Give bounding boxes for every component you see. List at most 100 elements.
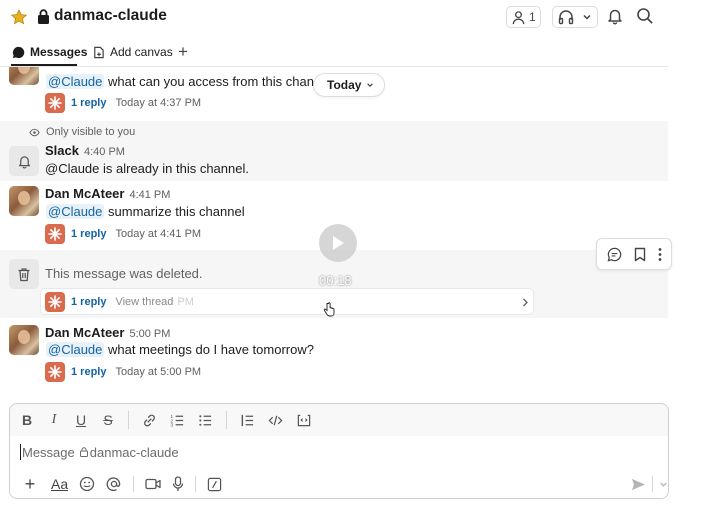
link-icon[interactable] xyxy=(142,413,157,428)
lock-icon xyxy=(79,447,88,457)
claude-avatar-icon xyxy=(45,292,65,312)
chevron-down-icon xyxy=(367,83,374,88)
lock-icon xyxy=(38,9,49,24)
date-divider-pill[interactable]: Today xyxy=(313,73,386,97)
message-body: summarize this channel xyxy=(108,204,245,219)
avatar[interactable] xyxy=(9,186,39,216)
channel-name[interactable]: danmac-claude xyxy=(54,7,167,25)
author-name[interactable]: Slack 4:40 PM xyxy=(45,143,125,158)
deleted-message-text: This message was deleted. xyxy=(45,266,203,281)
message-time[interactable]: 5:00 PM xyxy=(129,328,170,340)
reply-count[interactable]: 1 reply xyxy=(71,97,106,109)
underline-icon[interactable]: U xyxy=(74,412,88,428)
video-camera-icon[interactable] xyxy=(145,477,161,491)
channel-header: danmac-claude 1 xyxy=(0,0,668,36)
message-time[interactable]: 4:41 PM xyxy=(129,189,170,201)
thread-replies[interactable]: 1 reply Today at 5:00 PM xyxy=(45,362,201,382)
composer-channel-name: danmac-claude xyxy=(89,444,179,460)
trash-icon xyxy=(18,267,30,281)
bullet-list-icon[interactable] xyxy=(198,413,213,428)
message-text: @Claude what can you access from this ch… xyxy=(46,74,339,89)
huddle-button[interactable] xyxy=(552,6,598,28)
deleted-message-avatar xyxy=(9,259,39,289)
bookmark-icon[interactable] xyxy=(634,247,646,262)
message-row: Dan McAteer 5:00 PM @Claude what meetings… xyxy=(0,320,668,388)
add-tab-button[interactable]: + xyxy=(178,42,188,62)
toolbar-divider xyxy=(226,411,227,429)
reply-count[interactable]: 1 reply xyxy=(71,296,106,308)
thread-replies[interactable]: 1 reply Today at 4:37 PM xyxy=(45,93,201,113)
mention-claude[interactable]: @Claude xyxy=(46,74,105,89)
composer-actions: + Aa xyxy=(20,474,222,494)
reply-time-fragment: PM xyxy=(177,296,194,308)
send-icon[interactable] xyxy=(631,478,646,491)
blockquote-icon[interactable] xyxy=(240,413,255,428)
hand-cursor-icon xyxy=(323,302,335,317)
mention-icon[interactable] xyxy=(106,476,122,492)
search-icon[interactable] xyxy=(636,7,654,25)
code-block-icon[interactable] xyxy=(296,413,312,428)
tab-add-canvas[interactable]: Add canvas xyxy=(92,42,173,62)
active-tab-indicator xyxy=(11,64,77,66)
reply-thread-icon[interactable] xyxy=(607,247,622,262)
chevron-right-icon xyxy=(523,298,528,307)
avatar[interactable] xyxy=(9,325,39,355)
author-label: Dan McAteer xyxy=(45,325,125,340)
attach-plus-button[interactable]: + xyxy=(20,474,40,494)
message-bubble-icon xyxy=(12,46,25,58)
video-timestamp: 00:18 xyxy=(319,273,352,288)
bell-icon[interactable] xyxy=(606,7,624,25)
claude-avatar-icon xyxy=(45,362,65,382)
reply-time: Today at 4:37 PM xyxy=(115,97,202,109)
code-icon[interactable] xyxy=(268,413,283,428)
date-divider-label: Today xyxy=(327,78,362,92)
author-name[interactable]: Dan McAteer 4:41 PM xyxy=(45,186,170,201)
reply-count[interactable]: 1 reply xyxy=(71,228,106,240)
channel-tabs: Messages Add canvas + xyxy=(0,36,668,67)
author-name[interactable]: Dan McAteer 5:00 PM xyxy=(45,325,170,340)
formatting-toolbar: B I U S 123 xyxy=(10,404,668,436)
message-time[interactable]: 4:40 PM xyxy=(84,146,125,158)
message-body: what meetings do I have tomorrow? xyxy=(108,342,314,357)
strikethrough-icon[interactable]: S xyxy=(101,412,115,428)
microphone-icon[interactable] xyxy=(172,476,184,492)
bell-icon xyxy=(18,155,30,168)
message-actions-toolbar xyxy=(596,238,672,270)
tab-messages[interactable]: Messages xyxy=(12,42,87,62)
composer-placeholder: Message xyxy=(22,444,75,460)
video-play-button[interactable] xyxy=(319,224,357,262)
toolbar-divider xyxy=(128,411,129,429)
members-button[interactable]: 1 xyxy=(506,6,541,28)
send-controls xyxy=(631,476,668,492)
star-icon[interactable] xyxy=(10,8,28,26)
eye-icon xyxy=(29,128,40,136)
emoji-icon[interactable] xyxy=(79,476,95,492)
mention-claude[interactable]: @Claude xyxy=(46,342,105,357)
message-input[interactable]: Message danmac-claude xyxy=(20,444,179,460)
more-vertical-icon[interactable] xyxy=(658,247,662,262)
italic-icon[interactable]: I xyxy=(47,412,61,427)
text-format-button[interactable]: Aa xyxy=(51,476,68,492)
reply-count[interactable]: 1 reply xyxy=(71,366,106,378)
author-label: Dan McAteer xyxy=(45,186,125,201)
avatar[interactable] xyxy=(9,67,39,85)
slash-shortcut-icon[interactable] xyxy=(207,477,222,492)
person-icon xyxy=(512,10,525,24)
play-icon xyxy=(333,236,344,250)
chevron-down-icon xyxy=(583,14,591,20)
slack-bot-avatar[interactable] xyxy=(9,146,39,176)
toolbar-divider xyxy=(133,476,135,492)
chevron-down-icon[interactable] xyxy=(659,480,668,489)
view-thread-bar[interactable]: 1 reply View thread PM xyxy=(40,288,534,315)
view-thread-label[interactable]: View thread xyxy=(115,296,173,308)
reply-time: Today at 4:41 PM xyxy=(115,228,202,240)
ordered-list-icon[interactable]: 123 xyxy=(170,413,185,428)
visibility-notice-text: Only visible to you xyxy=(46,126,136,138)
message-text: @Claude is already in this channel. xyxy=(45,161,249,176)
thread-replies[interactable]: 1 reply View thread PM xyxy=(45,292,194,312)
bold-icon[interactable]: B xyxy=(20,412,34,428)
message-row: Only visible to you Slack 4:40 PM @Claude… xyxy=(0,121,668,181)
message-text: @Claude summarize this channel xyxy=(46,204,245,219)
thread-replies[interactable]: 1 reply Today at 4:41 PM xyxy=(45,224,201,244)
mention-claude[interactable]: @Claude xyxy=(46,204,105,219)
